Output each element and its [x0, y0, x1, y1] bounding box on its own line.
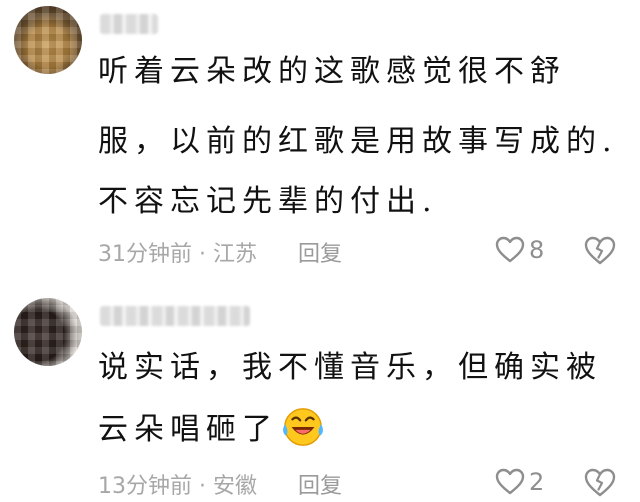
like-count: 8 [529, 236, 545, 264]
comment-text-line: 不容忘记先辈的付出. [98, 184, 438, 219]
comment-meta: 31分钟前 · 江苏 回复 [98, 236, 342, 268]
dislike-button[interactable] [584, 236, 616, 270]
comment-text: 云朵唱砸了 [98, 412, 278, 447]
comment-text-line: 服，以前的红歌是用故事写成的. [98, 124, 618, 159]
heart-outline-icon [495, 236, 525, 263]
heart-outline-icon [495, 468, 525, 495]
comment-time: 31分钟前 [98, 242, 192, 267]
comment-item: 听着云朵改的这歌感觉很不舒 服，以前的红歌是用故事写成的. 不容忘记先辈的付出.… [0, 0, 640, 286]
laughing-crying-emoji-icon [283, 408, 323, 446]
comment-text-line-with-emoji: 云朵唱砸了 [98, 408, 326, 454]
reply-button[interactable]: 回复 [298, 474, 342, 499]
like-count: 2 [529, 468, 545, 496]
separator-dot: · [199, 474, 213, 499]
username-blurred[interactable] [100, 14, 158, 34]
comment-item: 说实话，我不懂音乐，但确实被 云朵唱砸了 13分钟前 · 安徽 回复 2 [0, 286, 640, 499]
like-button[interactable]: 2 [495, 468, 544, 496]
username-blurred[interactable] [100, 306, 250, 326]
comment-time: 13分钟前 [98, 474, 192, 499]
avatar[interactable] [14, 298, 82, 366]
separator-dot: · [199, 242, 213, 267]
dislike-button[interactable] [584, 468, 616, 502]
comment-location: 安徽 [213, 474, 258, 499]
comment-meta: 13分钟前 · 安徽 回复 [98, 468, 342, 500]
comment-text-line: 说实话，我不懂音乐，但确实被 [98, 350, 602, 385]
comment-location: 江苏 [213, 242, 258, 267]
avatar[interactable] [14, 6, 82, 74]
broken-heart-icon [584, 468, 616, 497]
comment-text-line: 听着云朵改的这歌感觉很不舒 [98, 54, 566, 89]
broken-heart-icon [584, 236, 616, 265]
like-button[interactable]: 8 [495, 236, 544, 264]
reply-button[interactable]: 回复 [298, 242, 342, 267]
